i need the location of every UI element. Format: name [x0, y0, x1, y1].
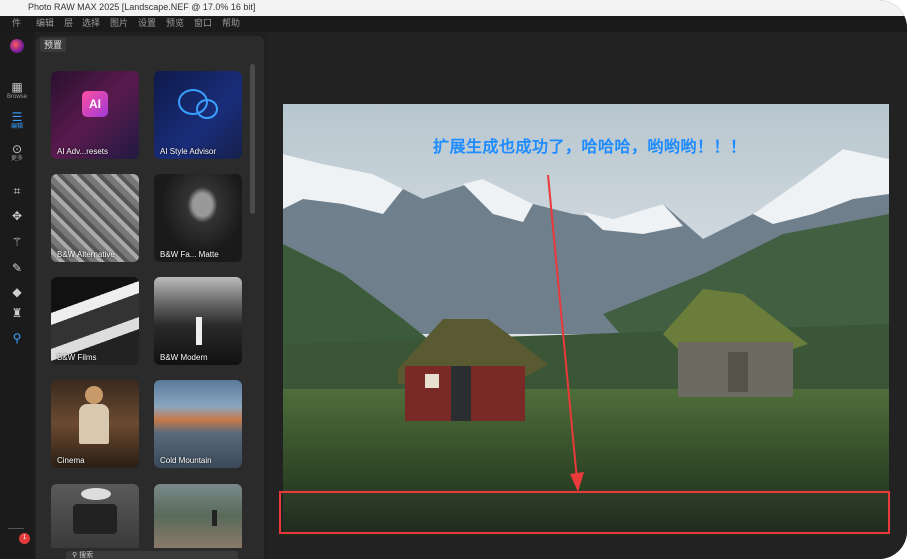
- preset-label: AI Style Advisor: [160, 147, 217, 156]
- preset-label: B&W Modern: [160, 353, 208, 362]
- preset-label: Cinema: [57, 456, 85, 465]
- preset-label: AI Adv...resets: [57, 147, 108, 156]
- menu-layer[interactable]: 层: [64, 16, 73, 31]
- brush-tool[interactable]: ✎: [8, 260, 26, 276]
- browse-button[interactable]: ▦ Browse: [5, 80, 29, 101]
- preset-card-ai-style-advisor[interactable]: AI Style Advisor: [154, 71, 242, 159]
- annotation-arrow: [547, 174, 584, 492]
- preset-label: B&W Films: [57, 353, 97, 362]
- preset-card-kitchen-scale[interactable]: [51, 484, 139, 548]
- sliders-icon: ☰: [11, 110, 23, 124]
- menu-file[interactable]: 件: [12, 16, 21, 31]
- clone-stamp-icon: ♜: [11, 306, 23, 320]
- preset-label: B&W Fa... Matte: [160, 250, 219, 259]
- app-window: Photo RAW MAX 2025 [Landscape.NEF @ 17.0…: [0, 0, 907, 559]
- preset-card-bw-alternative[interactable]: B&W Alternative: [51, 174, 139, 262]
- preset-card-bw-films[interactable]: B&W Films: [51, 277, 139, 365]
- magic-wand-tool[interactable]: ⚚: [8, 234, 26, 250]
- annotation-highlight-box: [279, 491, 890, 534]
- brush-icon: ✎: [11, 261, 23, 275]
- eraser-tool[interactable]: ◆: [8, 284, 26, 300]
- rail-divider: [8, 528, 24, 529]
- search-icon: ⚲: [72, 552, 78, 559]
- preset-card-ai-adv[interactable]: AI AI Adv...resets: [51, 71, 139, 159]
- panel-scrollbar[interactable]: [250, 64, 255, 214]
- zoom-tool[interactable]: ⚲: [8, 330, 26, 346]
- preset-label: B&W Alternative: [57, 250, 115, 259]
- edit-button[interactable]: ☰ 编辑: [5, 110, 29, 131]
- preset-card-coastal-hiker[interactable]: [154, 484, 242, 548]
- menu-window[interactable]: 窗口: [194, 16, 212, 31]
- preset-card-bw-modern[interactable]: B&W Modern: [154, 277, 242, 365]
- more-button[interactable]: ⊙ 更多: [5, 142, 29, 163]
- menu-view[interactable]: 预览: [166, 16, 184, 31]
- move-icon: ✥: [11, 209, 23, 223]
- app-logo: [10, 39, 24, 53]
- menu-settings[interactable]: 设置: [138, 16, 156, 31]
- grid-icon: ▦: [11, 80, 23, 94]
- magic-wand-icon: ⚚: [11, 235, 23, 249]
- preset-card-bw-matte[interactable]: B&W Fa... Matte: [154, 174, 242, 262]
- menu-select[interactable]: 选择: [82, 16, 100, 31]
- move-tool[interactable]: ✥: [8, 208, 26, 224]
- preset-card-cold-mountain[interactable]: Cold Mountain: [154, 380, 242, 468]
- window-title: Photo RAW MAX 2025 [Landscape.NEF @ 17.0…: [28, 2, 256, 12]
- preset-card-cinema[interactable]: Cinema: [51, 380, 139, 468]
- ai-chip-icon: AI: [82, 91, 108, 117]
- preset-label: Cold Mountain: [160, 456, 212, 465]
- menu-help[interactable]: 帮助: [222, 16, 240, 31]
- menu-edit[interactable]: 编辑: [36, 16, 54, 31]
- notification-badge[interactable]: 1: [19, 533, 30, 544]
- more-icon: ⊙: [11, 142, 23, 156]
- menu-bar: 件 编辑 层 选择 图片 设置 预览 窗口 帮助: [0, 16, 907, 32]
- zoom-icon: ⚲: [12, 331, 22, 345]
- menu-image[interactable]: 图片: [110, 16, 128, 31]
- crop-icon: ⌗: [13, 184, 21, 198]
- eraser-icon: ◆: [12, 285, 22, 299]
- title-bar: Photo RAW MAX 2025 [Landscape.NEF @ 17.0…: [0, 0, 907, 16]
- clone-tool[interactable]: ♜: [8, 305, 26, 321]
- annotation-text: 扩展生成也成功了，哈哈哈，哟哟哟！！！: [433, 139, 747, 156]
- crop-tool[interactable]: ⌗: [8, 183, 26, 199]
- presets-tab[interactable]: 预置: [40, 38, 67, 52]
- panel-search-field[interactable]: ⚲ 搜索: [66, 551, 238, 559]
